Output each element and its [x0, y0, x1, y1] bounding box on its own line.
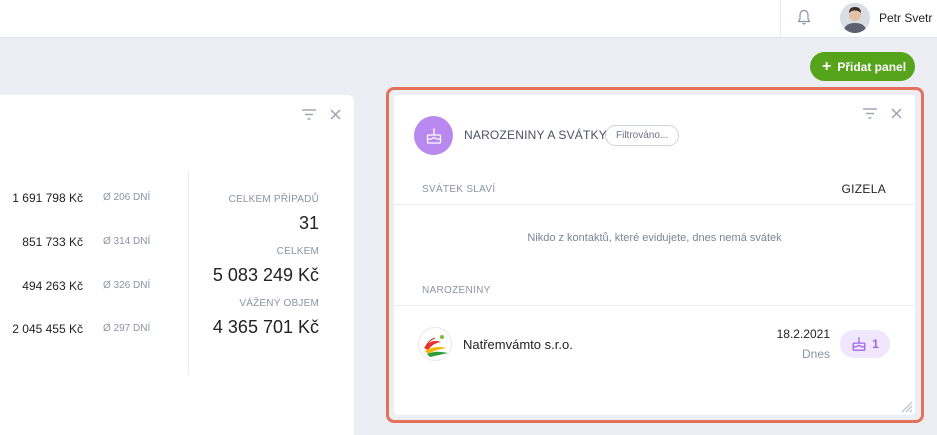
nameday-empty-message: Nikdo z kontaktů, které evidujete, dnes …	[527, 232, 782, 244]
row-amount: 851 733 Kč	[22, 235, 83, 249]
filter-icon[interactable]	[863, 106, 877, 120]
top-bar: Petr Svetr	[0, 0, 937, 38]
birthday-count: 1	[872, 337, 879, 351]
filtered-chip[interactable]: Filtrováno...	[605, 125, 680, 146]
row-average-days: Ø 326 DNÍ	[103, 280, 151, 291]
nameday-name: GIZELA	[841, 182, 886, 196]
stat-label-total-cases: CELKEM PŘÍPADŮ	[228, 194, 319, 205]
row-amount: 1 691 798 Kč	[12, 191, 83, 205]
stat-value-total: 5 083 249 Kč	[212, 265, 319, 285]
stat-label-total: CELKEM	[276, 246, 319, 257]
cake-icon	[852, 337, 866, 351]
birthdays-namedays-panel: NAROZENINY A SVÁTKY Filtrováno... SVÁTEK…	[394, 95, 915, 415]
column-divider	[188, 172, 189, 375]
panel-actions	[302, 107, 342, 121]
row-average-days: Ø 297 DNÍ	[103, 323, 151, 334]
birthday-date: 18.2.2021	[776, 327, 830, 341]
row-amount: 2 045 455 Kč	[12, 322, 83, 336]
birthday-count-badge[interactable]: 1	[840, 330, 890, 358]
divider	[394, 204, 915, 205]
add-panel-label: Přidat panel	[837, 59, 907, 74]
row-average-days: Ø 206 DNÍ	[103, 192, 151, 203]
cake-badge	[414, 116, 453, 155]
row-amount: 494 263 Kč	[22, 279, 83, 293]
close-icon[interactable]	[328, 107, 342, 121]
topbar-divider	[780, 0, 781, 38]
panel-title: NAROZENINY A SVÁTKY	[464, 128, 607, 142]
birthdays-section-label: NAROZENINY	[422, 285, 491, 296]
plus-icon: +	[822, 57, 832, 75]
bell-icon[interactable]	[794, 6, 814, 28]
contact-name-link[interactable]: Natřemvámto s.r.o.	[463, 337, 573, 352]
stat-value-weighted: 4 365 701 Kč	[212, 317, 319, 337]
sales-summary-panel: 1 691 798 Kč Ø 206 DNÍ 851 733 Kč Ø 314 …	[0, 95, 354, 435]
user-name[interactable]: Petr Svetr	[879, 11, 932, 25]
add-panel-button[interactable]: + Přidat panel	[810, 52, 915, 81]
filter-icon[interactable]	[302, 107, 316, 121]
cake-icon	[426, 128, 441, 144]
avatar[interactable]	[840, 3, 870, 33]
stat-label-weighted: VÁŽENÝ OBJEM	[239, 298, 319, 309]
stat-value-total-cases: 31	[298, 213, 319, 233]
divider	[394, 305, 915, 306]
close-icon[interactable]	[889, 106, 903, 120]
panel-actions	[863, 106, 903, 120]
resize-handle[interactable]	[899, 399, 913, 413]
birthday-relative: Dnes	[801, 347, 830, 361]
contact-logo	[418, 327, 452, 361]
row-average-days: Ø 314 DNÍ	[103, 236, 151, 247]
nameday-section-label: SVÁTEK SLAVÍ	[422, 184, 496, 195]
